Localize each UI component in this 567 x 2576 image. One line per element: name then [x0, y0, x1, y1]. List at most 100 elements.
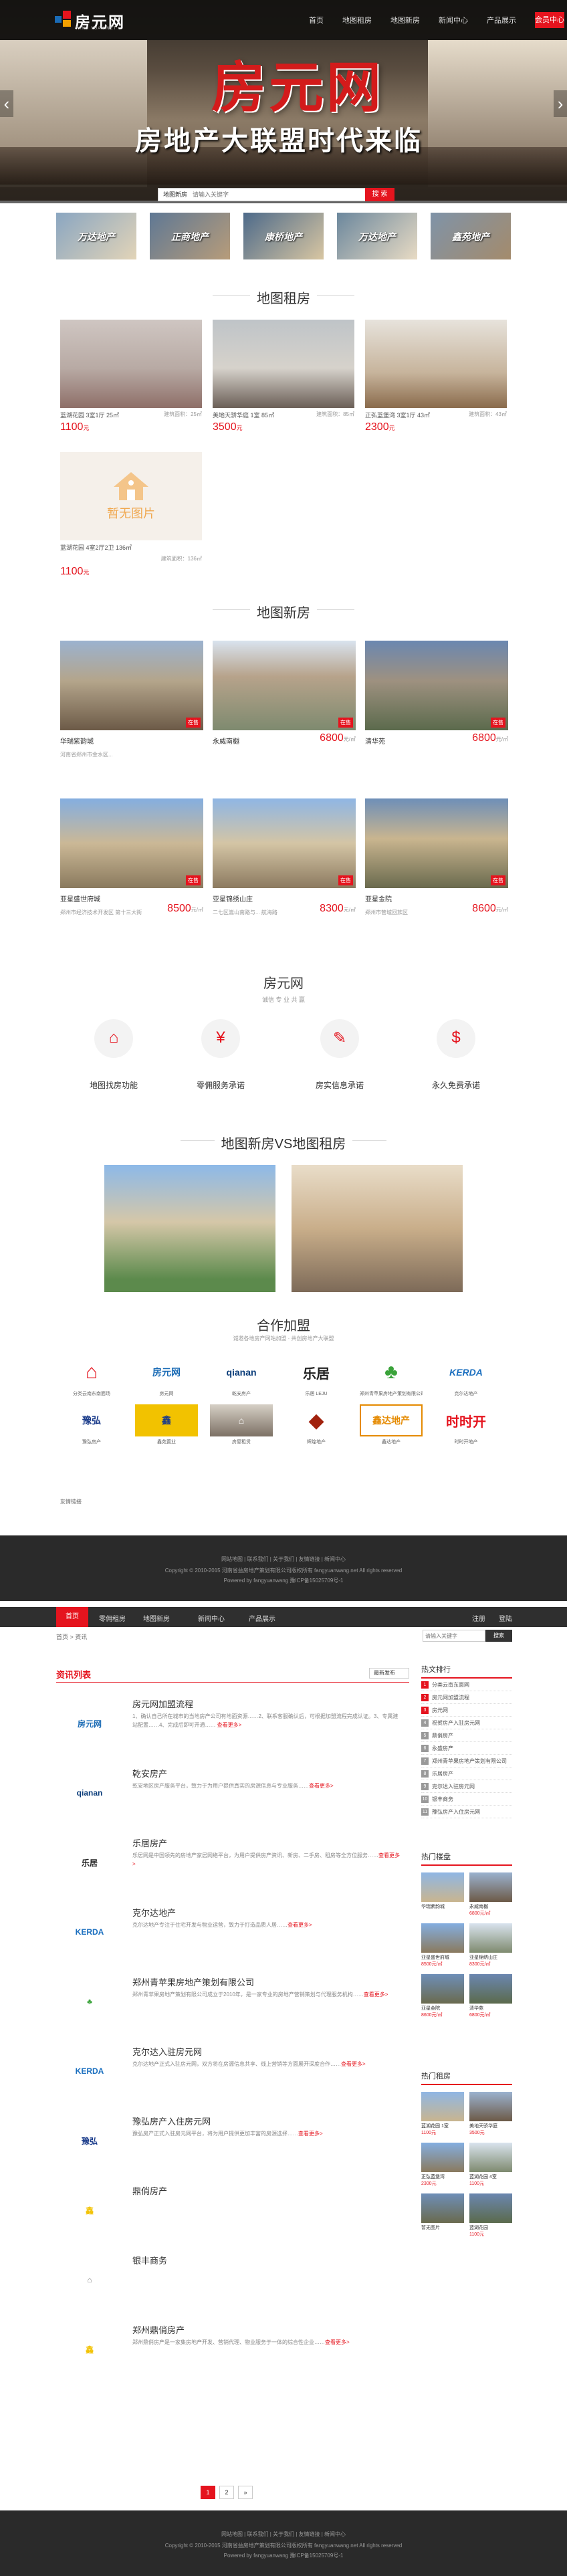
category-kangqiao[interactable]: 康桥地产: [243, 213, 324, 259]
p2-nav-news[interactable]: 新闻中心: [198, 1613, 225, 1623]
hot-house-item[interactable]: 蓝湖花园 1室 1100元: [421, 2092, 464, 2136]
category-wanda[interactable]: 万达地产: [56, 213, 136, 259]
next-page-button[interactable]: »: [238, 2486, 253, 2499]
news-item[interactable]: ♣ 郑州青苹果房地产策划有限公司 郑州青苹果房地产策划有限公司成立于2010年，是一…: [56, 1970, 409, 2040]
partner-logo[interactable]: 乐居 乐居 LEJU: [285, 1356, 348, 1397]
category-zhengshang[interactable]: 正商地产: [150, 213, 230, 259]
prev-arrow-icon[interactable]: ‹: [0, 90, 13, 117]
new-house-card[interactable]: 在售 华瑞紫韵城 河南省郑州市金水区...: [60, 641, 203, 758]
page-1-button[interactable]: 1: [201, 2486, 215, 2499]
hot-house-item[interactable]: 华瑞紫韵城: [421, 1872, 464, 1910]
news-title[interactable]: 郑州鼎俏房产: [132, 2323, 185, 2336]
p2-register-link[interactable]: 注册: [472, 1613, 485, 1623]
p2-nav-rent[interactable]: 零佣租房: [99, 1613, 126, 1623]
footer-links[interactable]: 网站地图 | 联系我们 | 关于我们 | 友情链接 | 新闻中心: [0, 1555, 567, 1563]
rent-card[interactable]: 美地天骄华庭 1室 85㎡ 建筑面积：85㎡ 3500元: [213, 320, 354, 433]
rank-item[interactable]: 2 房元网加盟流程: [421, 1691, 512, 1704]
partner-logo[interactable]: 豫弘 豫弘房产: [60, 1404, 123, 1444]
friend-links-label[interactable]: 友情链接: [60, 1498, 82, 1505]
news-title[interactable]: 郑州青苹果房地产策划有限公司: [132, 1975, 254, 1988]
new-house-card[interactable]: 在售 亚星锦绣山庄 二七区嵩山南路与... 航海路 8300元/㎡: [213, 798, 356, 916]
site-logo[interactable]: 房元网 FANG YUAN.NET: [55, 8, 128, 32]
partner-logo[interactable]: KERDA 克尔达地产: [435, 1356, 497, 1396]
p2-search-input[interactable]: [423, 1630, 485, 1642]
news-item[interactable]: ⌂ 银丰商务: [56, 2248, 409, 2318]
hot-house-item[interactable]: 正弘蓝堡湾 2300元: [421, 2143, 464, 2187]
news-title[interactable]: 乐居房产: [132, 1836, 167, 1849]
new-house-card[interactable]: 在售 清华苑 6800元/㎡: [365, 641, 508, 746]
read-more-link[interactable]: 查看更多>: [309, 1783, 334, 1789]
nav-products[interactable]: 产品展示: [477, 15, 526, 25]
rank-item[interactable]: 3 房元网: [421, 1704, 512, 1717]
news-item[interactable]: KERDA 克尔达入驻房元网 克尔达地产正式入驻房元网，双方将在房源信息共享、线上营…: [56, 2040, 409, 2109]
nav-new[interactable]: 地图新房: [381, 15, 429, 25]
p2-nav-new[interactable]: 地图新房: [143, 1613, 170, 1623]
news-item[interactable]: 鑫 郑州鼎俏房产 郑州鼎俏房产是一家集房地产开发、营销代理、物业服务于一体的综合性企…: [56, 2318, 409, 2387]
partner-logo[interactable]: ⌂ 房屋租赁: [210, 1404, 273, 1444]
p2-nav-home[interactable]: 首页: [56, 1607, 88, 1627]
read-more-link[interactable]: 查看更多>: [341, 2061, 366, 2067]
p2-search-button[interactable]: 搜索: [485, 1630, 512, 1642]
new-house-card[interactable]: 在售 亚星盛世府城 郑州市经济技术开发区 第十三大街 8500元/㎡: [60, 798, 203, 916]
page-2-button[interactable]: 2: [219, 2486, 234, 2499]
news-title[interactable]: 鼎俏房产: [132, 2184, 167, 2197]
read-more-link[interactable]: 查看更多>: [298, 2131, 323, 2137]
read-more-link[interactable]: 查看更多>: [217, 1722, 242, 1728]
read-more-link[interactable]: 查看更多>: [325, 2339, 350, 2345]
hot-house-item[interactable]: 亚星盛世府城 8500元/㎡: [421, 1923, 464, 1967]
p2-login-link[interactable]: 登陆: [499, 1613, 512, 1623]
rank-item[interactable]: 1 分类云南东面网: [421, 1679, 512, 1691]
rank-item[interactable]: 6 永盛房产: [421, 1742, 512, 1755]
partner-logo[interactable]: ♣ 郑州青苹果房地产策划有限公司: [360, 1356, 423, 1396]
partner-logo[interactable]: qianan 乾安房产: [210, 1356, 273, 1396]
hot-house-item[interactable]: 亚星金院 8600元/㎡: [421, 1974, 464, 2018]
member-center-button[interactable]: 会员中心: [535, 12, 564, 28]
news-item[interactable]: 房元网 房元网加盟流程 1、确认自己所在城市的当地房产公司有地面资源……2、联系客服…: [56, 1692, 409, 1761]
news-item[interactable]: KERDA 克尔达地产 克尔达地产专注于住宅开发与物业运营，致力于打造品质人居……查…: [56, 1901, 409, 1970]
hot-house-item[interactable]: 清华苑 6800元/㎡: [469, 1974, 512, 2018]
partner-logo[interactable]: 鑫鑫苑置业: [135, 1404, 198, 1444]
next-arrow-icon[interactable]: ›: [554, 90, 567, 117]
compare-rent-photo[interactable]: [292, 1165, 463, 1292]
rent-card[interactable]: 暂无图片 蓝湖花园 4室2厅2卫 136㎡ 建筑面积：136㎡ 1100元: [60, 452, 202, 578]
p2-nav-products[interactable]: 产品展示: [249, 1613, 275, 1623]
partner-logo[interactable]: 房元网 房元网: [135, 1356, 198, 1396]
read-more-link[interactable]: 查看更多>: [364, 1992, 388, 1998]
news-title[interactable]: 豫弘房产入住房元网: [132, 2115, 211, 2127]
rent-card[interactable]: 正弘蓝堡湾 3室1厅 43㎡ 建筑面积：43㎡ 2300元: [365, 320, 507, 433]
search-button[interactable]: 搜 索: [365, 188, 394, 201]
nav-rent[interactable]: 地图租房: [333, 15, 381, 25]
rank-item[interactable]: 7 郑州青苹果房地产策划有限公司: [421, 1755, 512, 1767]
hot-house-item[interactable]: 亚星锦绣山庄 8300元/㎡: [469, 1923, 512, 1967]
search-type-label[interactable]: 地图新房: [163, 190, 187, 199]
hot-house-item[interactable]: 暂无图片: [421, 2193, 464, 2231]
search-input[interactable]: [193, 189, 362, 201]
partner-logo[interactable]: ⌂ 分类云南东南面场: [60, 1356, 123, 1396]
hot-house-item[interactable]: 蓝湖花园 4室 1100元: [469, 2143, 512, 2187]
rank-item[interactable]: 11 豫弘房产入住房元网: [421, 1806, 512, 1818]
rank-item[interactable]: 10 银丰商务: [421, 1793, 512, 1806]
news-title[interactable]: 克尔达地产: [132, 1906, 176, 1919]
nav-news[interactable]: 新闻中心: [429, 15, 477, 25]
read-more-link[interactable]: 查看更多>: [288, 1922, 312, 1928]
news-title[interactable]: 房元网加盟流程: [132, 1697, 193, 1710]
rank-item[interactable]: 5 鼎俏房产: [421, 1729, 512, 1742]
partner-logo[interactable]: ◆ 辉煌地产: [285, 1404, 348, 1445]
hot-house-item[interactable]: 美地天骄华庭 3500元: [469, 2092, 512, 2136]
new-house-card[interactable]: 在售 永威南樾 6800元/㎡: [213, 641, 356, 746]
compare-new-photo[interactable]: [104, 1165, 275, 1292]
hot-house-item[interactable]: 永威南樾 6800元/㎡: [469, 1872, 512, 1917]
news-item[interactable]: qianan 乾安房产 乾安地区房产服务平台，致力于为用户提供真实的房源信息与专业服…: [56, 1761, 409, 1831]
rank-item[interactable]: 4 祝贺房产入驻房元网: [421, 1717, 512, 1729]
footer-links[interactable]: 网站地图 | 联系我们 | 关于我们 | 友情链接 | 新闻中心: [0, 2531, 567, 2538]
partner-logo[interactable]: 时时开 时时开地产: [435, 1404, 497, 1445]
news-item[interactable]: 豫弘 豫弘房产入住房元网 豫弘房产正式入驻房元网平台，将为用户提供更加丰富的房源选择…: [56, 2109, 409, 2179]
category-xinyuan[interactable]: 鑫苑地产: [431, 213, 511, 259]
nav-home[interactable]: 首页: [300, 15, 333, 25]
news-title[interactable]: 克尔达入驻房元网: [132, 2045, 202, 2058]
rent-card[interactable]: 蓝湖花园 3室1厅 25㎡ 建筑面积：25㎡ 1100元: [60, 320, 202, 433]
news-item[interactable]: 乐居 乐居房产 乐居网是中国领先的房地产家居网络平台，为用户提供房产资讯、新房、二手…: [56, 1831, 409, 1901]
rank-item[interactable]: 8 乐居房产: [421, 1767, 512, 1780]
category-wanda-2[interactable]: 万达地产: [337, 213, 417, 259]
new-house-card[interactable]: 在售 亚星金院 郑州市管城回族区 8600元/㎡: [365, 798, 508, 916]
